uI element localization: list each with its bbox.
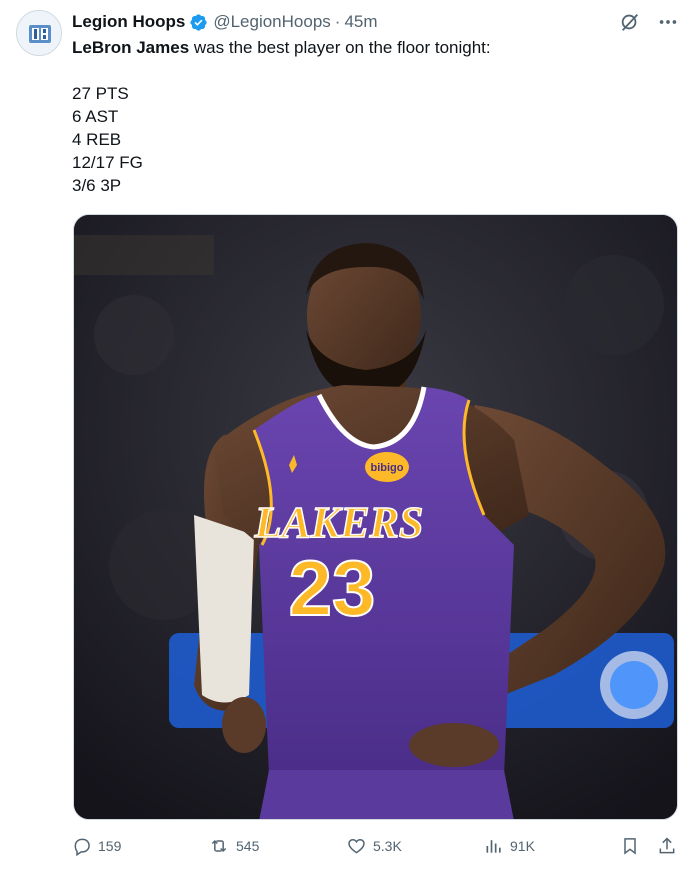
legion-hoops-logo-icon bbox=[17, 11, 61, 55]
reply-icon bbox=[74, 838, 90, 856]
like-count: 5.3K bbox=[373, 838, 402, 854]
mention-link[interactable]: LeBron James bbox=[72, 38, 189, 57]
action-bar: 159 545 5.3K 91K bbox=[72, 832, 682, 860]
separator: · bbox=[334, 12, 341, 31]
reply-count: 159 bbox=[98, 838, 122, 854]
views-button[interactable]: 91K bbox=[484, 832, 535, 860]
display-name[interactable]: Legion Hoops bbox=[72, 12, 185, 32]
stat-rebounds: 4 REB bbox=[72, 130, 122, 149]
stat-points: 27 PTS bbox=[72, 84, 129, 103]
grok-icon[interactable] bbox=[618, 10, 642, 34]
share-button[interactable] bbox=[657, 832, 677, 860]
jersey-number: 23 bbox=[289, 544, 376, 632]
tweet-photo[interactable]: bibigo LAKERS 23 bbox=[73, 214, 678, 820]
tweet-header: Legion Hoops @LegionHoops · 45m bbox=[72, 11, 378, 33]
avatar[interactable] bbox=[16, 10, 62, 56]
jersey-team-name: LAKERS bbox=[254, 498, 424, 547]
share-icon bbox=[659, 837, 675, 854]
heart-icon bbox=[348, 838, 365, 854]
bookmark-button[interactable] bbox=[620, 832, 640, 860]
stat-three-pointers: 3/6 3P bbox=[72, 176, 122, 195]
tweet-first-line: LeBron James was the best player on the … bbox=[72, 36, 672, 59]
repost-icon bbox=[211, 839, 227, 853]
tweet-text: LeBron James was the best player on the … bbox=[72, 36, 672, 197]
view-count: 91K bbox=[510, 838, 535, 854]
bookmark-icon bbox=[624, 838, 636, 855]
stat-field-goals: 12/17 FG bbox=[72, 153, 143, 172]
stat-assists: 6 AST bbox=[72, 107, 119, 126]
tweet: Legion Hoops @LegionHoops · 45m LeBron J… bbox=[0, 0, 700, 869]
repost-button[interactable]: 545 bbox=[208, 832, 259, 860]
verified-badge-icon bbox=[189, 13, 208, 32]
handle[interactable]: @LegionHoops bbox=[213, 12, 330, 32]
top-actions bbox=[618, 10, 680, 34]
analytics-icon bbox=[486, 840, 501, 853]
timestamp[interactable]: 45m bbox=[344, 12, 377, 32]
tweet-text-rest: was the best player on the floor tonight… bbox=[189, 38, 491, 57]
reply-button[interactable]: 159 bbox=[72, 832, 121, 860]
sponsor-patch: bibigo bbox=[371, 462, 404, 474]
like-button[interactable]: 5.3K bbox=[346, 832, 402, 860]
repost-count: 545 bbox=[236, 838, 260, 854]
stat-list: 27 PTS 6 AST 4 REB 12/17 FG 3/6 3P bbox=[72, 82, 672, 197]
more-icon[interactable] bbox=[656, 10, 680, 34]
